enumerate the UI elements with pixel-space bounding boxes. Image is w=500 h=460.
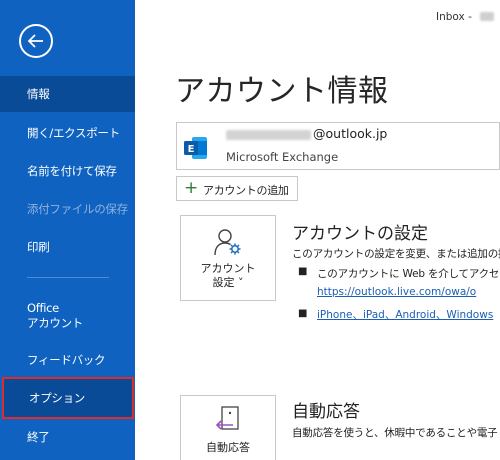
owa-link[interactable]: https://outlook.live.com/owa/o — [317, 286, 476, 298]
nav-item-save-as-label: 名前を付けて保存 — [27, 164, 117, 178]
auto-reply-tile[interactable]: 自動応答 — [180, 395, 276, 460]
bullet-marker: ■ — [298, 308, 308, 319]
nav-item-open-export[interactable]: 開く/エクスポート — [0, 120, 135, 146]
add-account-label: アカウントの追加 — [203, 184, 289, 197]
nav-item-info[interactable]: 情報 — [0, 76, 135, 112]
account-settings-tile[interactable]: アカウント 設定 ˅ — [180, 215, 276, 301]
add-account-button[interactable]: + アカウントの追加 — [176, 176, 298, 201]
nav-item-options[interactable]: オプション — [2, 377, 134, 419]
nav-item-print-label: 印刷 — [27, 240, 50, 254]
auto-reply-description: 自動応答を使うと、休暇中であることや電子 — [292, 427, 498, 439]
page-title: アカウント情報 — [175, 74, 389, 109]
account-settings-tile-label1: アカウント — [200, 262, 256, 275]
svg-text:E: E — [188, 144, 195, 155]
redacted-email-user — [226, 130, 311, 140]
inbox-label: Inbox - — [436, 11, 472, 23]
bullet-marker: ■ — [298, 266, 308, 277]
account-settings-tile-label2: 設定 ˅ — [212, 276, 244, 289]
nav-item-feedback-label: フィードバック — [27, 353, 106, 367]
auto-reply-heading: 自動応答 — [292, 402, 360, 422]
account-settings-description: このアカウントの設定を変更、または追加の接 — [292, 248, 500, 260]
nav-item-feedback[interactable]: フィードバック — [0, 347, 135, 373]
nav-item-exit-label: 終了 — [27, 430, 50, 444]
auto-reply-tile-label: 自動応答 — [206, 441, 250, 454]
account-type: Microsoft Exchange — [226, 150, 339, 164]
exchange-icon: E — [184, 137, 207, 159]
plus-icon: + — [184, 178, 199, 198]
back-button[interactable] — [19, 24, 53, 58]
nav-item-office-account-label2: アカウント — [27, 316, 83, 330]
account-email-domain: @outlook.jp — [313, 126, 388, 141]
nav-item-open-export-label: 開く/エクスポート — [27, 126, 120, 140]
nav-item-save-attachments-label: 添付ファイルの保存 — [27, 202, 128, 216]
nav-item-exit[interactable]: 終了 — [0, 424, 135, 450]
nav-item-office-account[interactable]: Office アカウント — [0, 298, 135, 334]
mobile-devices-link[interactable]: iPhone、iPad、Android、Windows — [317, 307, 493, 322]
auto-reply-icon — [215, 406, 239, 430]
nav-item-office-account-label: Office — [27, 301, 59, 315]
nav-item-save-attachments[interactable]: 添付ファイルの保存 — [0, 196, 135, 222]
nav-item-save-as[interactable]: 名前を付けて保存 — [0, 158, 135, 184]
nav-item-info-label: 情報 — [27, 87, 50, 101]
account-settings-heading: アカウントの設定 — [292, 224, 428, 244]
web-access-text: このアカウントに Web を介してアクセスし — [317, 268, 500, 280]
redacted-account-name — [480, 12, 494, 21]
nav-item-options-label: オプション — [29, 391, 85, 405]
person-gear-icon — [214, 229, 241, 256]
nav-separator — [27, 277, 109, 278]
back-arrow-icon — [27, 34, 43, 48]
nav-item-print[interactable]: 印刷 — [0, 234, 135, 260]
backstage-sidebar: 情報 開く/エクスポート 名前を付けて保存 添付ファイルの保存 印刷 Offic… — [0, 0, 135, 460]
account-selector[interactable]: E @outlook.jp Microsoft Exchange — [176, 122, 500, 170]
